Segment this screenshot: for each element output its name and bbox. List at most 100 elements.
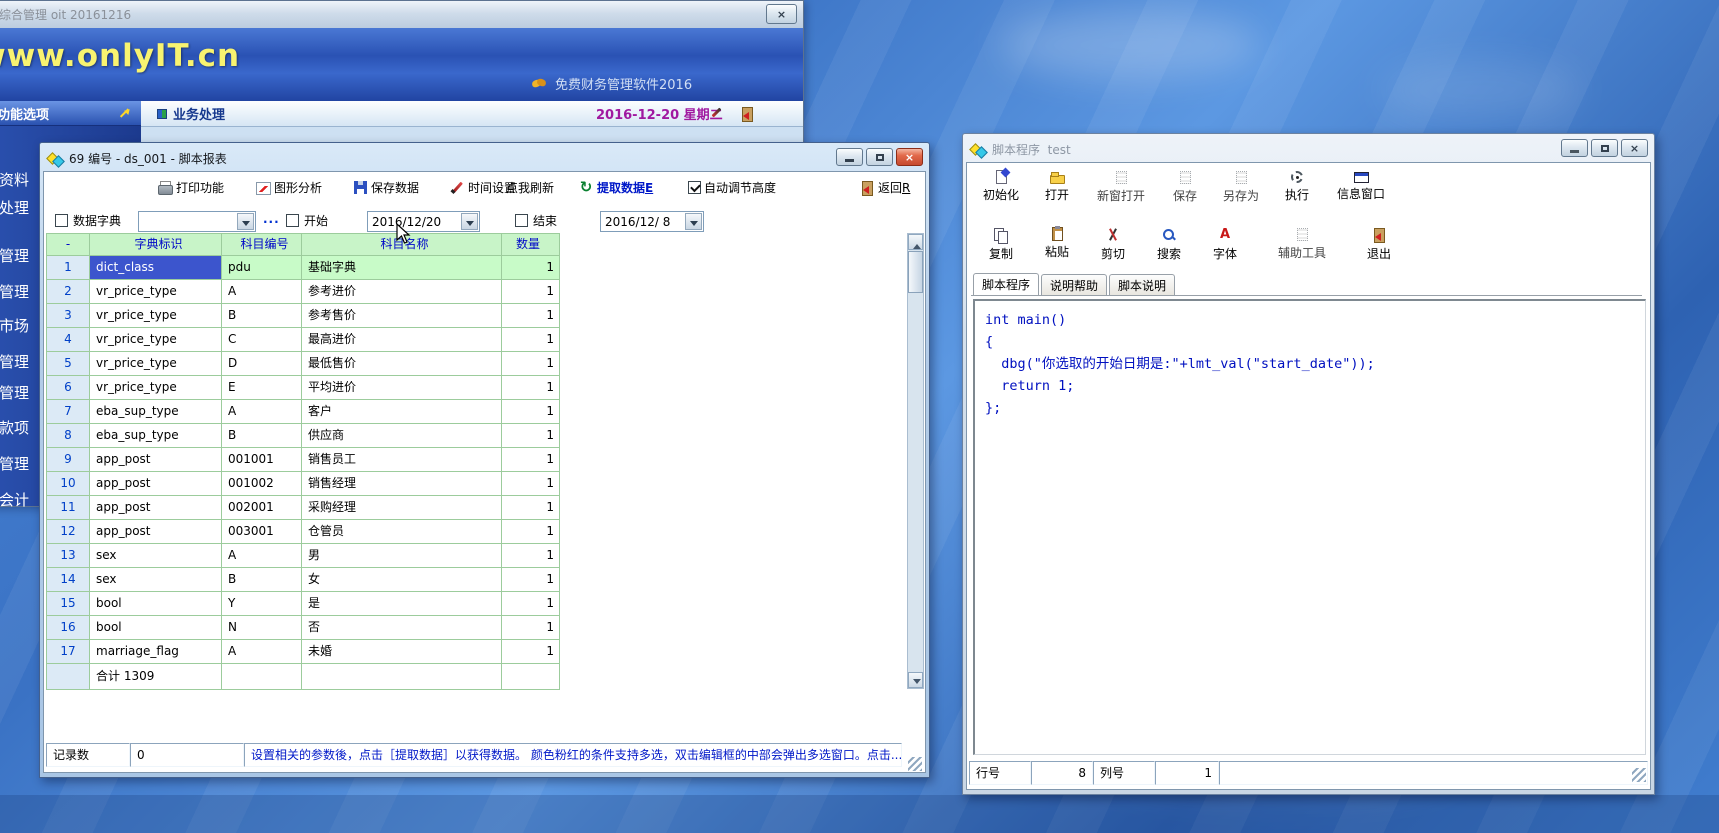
font-button[interactable]: A字体 [1197,225,1253,262]
start-checkbox[interactable] [286,214,299,227]
table-cell[interactable]: 1 [502,472,560,496]
sidebar-item[interactable]: 产管理 [0,453,29,474]
table-cell[interactable]: 合计 1309 [90,664,222,690]
table-cell[interactable]: A [222,640,302,664]
table-scrollbar[interactable] [907,233,924,689]
table-cell[interactable]: bool [90,592,222,616]
table-cell[interactable]: 1 [502,520,560,544]
table-cell[interactable]: dict_class [90,256,222,280]
table-cell[interactable]: app_post [90,448,222,472]
table-cell[interactable]: 002001 [222,496,302,520]
table-cell[interactable]: eba_sup_type [90,400,222,424]
sidebar-item[interactable]: 务会计 [0,489,29,510]
table-cell[interactable]: 平均进价 [302,376,502,400]
table-cell[interactable]: 否 [302,616,502,640]
table-cell[interactable]: 1 [502,280,560,304]
table-cell[interactable]: 最高进价 [302,328,502,352]
table-cell[interactable]: 3 [47,304,90,328]
table-cell[interactable]: eba_sup_type [90,424,222,448]
table-cell[interactable]: 女 [302,568,502,592]
exit-button[interactable]: 退出 [1351,225,1407,262]
table-cell[interactable]: pdu [222,256,302,280]
table-cell[interactable]: 参考进价 [302,280,502,304]
back-button[interactable]: 返回R [859,179,910,196]
table-cell[interactable]: vr_price_type [90,304,222,328]
close-button[interactable]: × [896,148,923,166]
more-options-link[interactable]: ... [263,212,280,226]
table-cell[interactable]: 10 [47,472,90,496]
init-doc-button[interactable]: 初始化 [973,168,1029,203]
table-cell[interactable]: 1 [502,544,560,568]
tab-2[interactable]: 说明帮助 [1041,274,1107,296]
table-cell[interactable]: app_post [90,472,222,496]
auto-height-toggle[interactable]: 自动调节高度 [688,179,776,196]
scroll-thumb[interactable] [908,251,923,293]
end-date-combobox[interactable]: 2016/12/ 8 [600,211,704,232]
table-cell[interactable]: bool [90,616,222,640]
table-cell[interactable]: 2 [47,280,90,304]
table-cell[interactable]: 供应商 [302,424,502,448]
script-window-titlebar[interactable]: 脚本程序 test × [966,137,1651,162]
column-header[interactable]: 科目编号 [222,234,302,256]
main-window-titlebar[interactable]: 综合管理 oit 20161216 × [0,1,803,28]
column-header[interactable]: - [47,234,90,256]
tab-1[interactable]: 脚本程序 [973,273,1039,296]
table-cell[interactable]: app_post [90,520,222,544]
table-cell[interactable]: 销售经理 [302,472,502,496]
table-cell[interactable]: B [222,568,302,592]
refresh-button[interactable]: 点我刷新 [506,179,554,196]
table-cell[interactable]: 基础字典 [302,256,502,280]
cut-button[interactable]: 剪切 [1085,225,1141,262]
close-button[interactable]: × [1621,139,1648,157]
table-cell[interactable]: 1 [502,304,560,328]
print-button[interactable]: 打印功能 [157,179,224,196]
table-cell[interactable]: 销售员工 [302,448,502,472]
table-cell[interactable] [222,664,302,690]
table-cell[interactable]: 14 [47,568,90,592]
sidebar-item[interactable]: 售管理 [0,281,29,302]
execute-button[interactable]: 执行 [1269,168,1325,203]
copy-button[interactable]: 复制 [973,225,1029,262]
table-cell[interactable]: 001002 [222,472,302,496]
chevron-down-icon[interactable] [461,213,478,230]
exit-door-icon[interactable] [739,106,755,122]
maximize-button[interactable] [866,148,893,166]
resize-grip[interactable] [908,757,922,771]
table-cell[interactable]: 1 [502,568,560,592]
resize-grip[interactable] [1632,768,1646,782]
table-cell[interactable]: vr_price_type [90,376,222,400]
chevron-down-icon[interactable] [685,213,702,230]
table-cell[interactable]: D [222,352,302,376]
table-cell[interactable]: C [222,328,302,352]
table-cell[interactable]: 12 [47,520,90,544]
table-cell[interactable]: 1 [502,400,560,424]
paste-button[interactable]: 粘贴 [1029,225,1085,260]
sidebar-item[interactable]: 支管理 [0,382,29,403]
table-cell[interactable]: 参考售价 [302,304,502,328]
table-cell[interactable] [302,664,502,690]
table-cell[interactable]: 1 [502,328,560,352]
table-cell[interactable]: 15 [47,592,90,616]
table-cell[interactable]: 最低售价 [302,352,502,376]
table-cell[interactable]: 未婚 [302,640,502,664]
extract-data-button[interactable]: ↻ 提取数据E [578,179,653,196]
info-window-button[interactable]: 信息窗口 [1325,168,1397,202]
table-cell[interactable] [47,664,90,690]
table-cell[interactable]: N [222,616,302,640]
table-cell[interactable]: 6 [47,376,90,400]
table-cell[interactable]: 13 [47,544,90,568]
table-cell[interactable]: sex [90,568,222,592]
table-cell[interactable] [502,664,560,690]
table-cell[interactable]: 1 [502,448,560,472]
search-button[interactable]: 搜索 [1141,225,1197,262]
scroll-down-button[interactable] [908,672,923,688]
sidebar-item[interactable]: 来款项 [0,417,29,438]
table-cell[interactable]: 8 [47,424,90,448]
sidebar-item[interactable]: 务处理 [0,197,29,218]
table-cell[interactable]: 001001 [222,448,302,472]
table-cell[interactable]: A [222,544,302,568]
scroll-up-button[interactable] [908,234,923,250]
table-cell[interactable]: app_post [90,496,222,520]
table-cell[interactable]: 1 [502,256,560,280]
auto-height-checkbox[interactable] [688,181,701,194]
